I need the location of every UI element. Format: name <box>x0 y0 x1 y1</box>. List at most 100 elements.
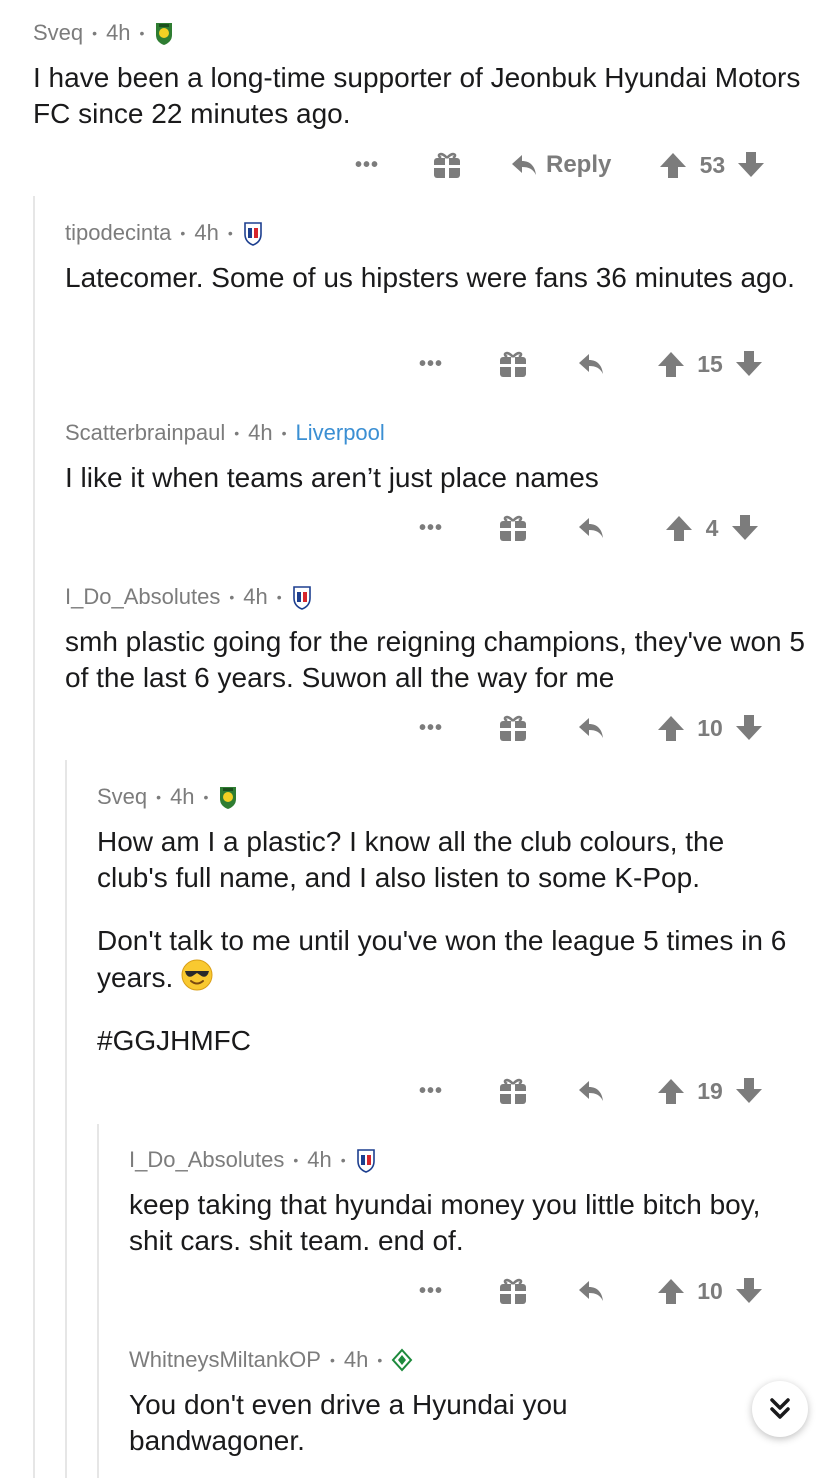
downvote-icon[interactable] <box>735 714 763 742</box>
reply-arrow-icon[interactable] <box>577 350 605 378</box>
comment-body: keep taking that hyundai money you littl… <box>129 1187 809 1259</box>
jeonbuk-crest-icon <box>220 787 237 809</box>
jeonbuk-crest-icon <box>156 23 173 45</box>
comment-age: 4h <box>243 584 268 609</box>
suwon-crest-icon <box>243 222 262 246</box>
comment-body: You don't even drive a Hyundai you bandw… <box>129 1387 739 1459</box>
comment-age: 4h <box>194 220 219 245</box>
sunglasses-emoji-icon <box>181 959 213 991</box>
comment-age: 4h <box>343 1347 369 1372</box>
downvote-icon[interactable] <box>731 514 759 542</box>
comment-meta: I_Do_Absolutes • 4h • <box>65 582 810 612</box>
comment-actions: ••• 10 <box>416 1271 763 1311</box>
award-gift-icon[interactable] <box>431 149 463 181</box>
comment-actions: ••• 10 <box>416 708 763 748</box>
comment-age: 4h <box>170 784 195 809</box>
meta-separator: • <box>329 1352 335 1368</box>
upvote-icon[interactable] <box>657 350 685 378</box>
more-options-button[interactable]: ••• <box>416 718 446 738</box>
award-gift-icon[interactable] <box>497 512 529 544</box>
more-options-button[interactable]: ••• <box>416 518 446 538</box>
author-name[interactable]: tipodecinta <box>65 220 171 246</box>
award-gift-icon[interactable] <box>497 1075 529 1107</box>
author-name[interactable]: WhitneysMiltankOP <box>129 1347 321 1373</box>
meta-separator: • <box>139 25 145 41</box>
vote-score: 10 <box>697 1277 723 1304</box>
suwon-crest-icon <box>292 586 311 610</box>
comment: WhitneysMiltankOP • 4h • You don't even … <box>129 1345 739 1459</box>
downvote-icon[interactable] <box>737 151 765 179</box>
reply-arrow-icon[interactable] <box>577 714 605 742</box>
downvote-icon[interactable] <box>735 350 763 378</box>
comment-age: 4h <box>248 420 273 445</box>
thread-line-level-2[interactable] <box>65 760 67 1478</box>
author-name[interactable]: I_Do_Absolutes <box>65 584 220 610</box>
reply-arrow-icon[interactable] <box>577 514 605 542</box>
meta-separator: • <box>156 789 162 805</box>
comment: Scatterbrainpaul • 4h • Liverpool I like… <box>65 418 805 496</box>
meta-separator: • <box>180 225 186 241</box>
comment-text: smh plastic going for the reigning champ… <box>65 626 805 693</box>
comment-body: smh plastic going for the reigning champ… <box>65 624 810 696</box>
meta-separator: • <box>293 1152 299 1168</box>
reply-arrow-icon[interactable] <box>577 1077 605 1105</box>
meta-separator: • <box>227 225 233 241</box>
more-options-button[interactable]: ••• <box>416 1281 446 1301</box>
comment: Sveq • 4h • How am I a plastic? I know a… <box>97 782 797 1059</box>
reply-button[interactable]: Reply <box>510 151 611 179</box>
comment-meta: Sveq • 4h • <box>33 18 803 48</box>
comment-actions: ••• 15 <box>416 344 763 384</box>
vote-score: 4 <box>705 514 719 541</box>
comment-text: #GGJHMFC <box>97 1025 251 1056</box>
reply-label: Reply <box>546 151 612 178</box>
award-gift-icon[interactable] <box>497 1275 529 1307</box>
meta-separator: • <box>377 1352 383 1368</box>
comment-body: Latecomer. Some of us hipsters were fans… <box>65 260 805 296</box>
comment-meta: tipodecinta • 4h • <box>65 218 805 248</box>
award-gift-icon[interactable] <box>497 348 529 380</box>
suwon-crest-icon <box>356 1149 375 1173</box>
meta-separator: • <box>340 1152 346 1168</box>
comment-meta: Scatterbrainpaul • 4h • Liverpool <box>65 418 805 448</box>
reply-arrow-icon <box>512 155 536 175</box>
downvote-icon[interactable] <box>735 1277 763 1305</box>
more-options-button[interactable]: ••• <box>416 1081 446 1101</box>
downvote-icon[interactable] <box>735 1077 763 1105</box>
upvote-icon[interactable] <box>657 714 685 742</box>
meta-separator: • <box>276 589 282 605</box>
more-options-button[interactable]: ••• <box>416 354 446 374</box>
more-options-button[interactable]: ••• <box>352 155 382 175</box>
upvote-icon[interactable] <box>657 1277 685 1305</box>
thread-line-level-3[interactable] <box>97 1124 99 1478</box>
meta-separator: • <box>281 425 287 441</box>
award-gift-icon[interactable] <box>497 712 529 744</box>
comment-age: 4h <box>106 20 131 45</box>
author-name[interactable]: I_Do_Absolutes <box>129 1147 284 1173</box>
author-name[interactable]: Sveq <box>33 20 83 46</box>
comment-body: I have been a long-time supporter of Jeo… <box>33 60 803 132</box>
comment-meta: I_Do_Absolutes • 4h • <box>129 1145 809 1175</box>
comment-body: How am I a plastic? I know all the club … <box>97 824 797 1059</box>
meta-separator: • <box>234 425 240 441</box>
vote-score: 19 <box>697 1077 723 1104</box>
comment-age: 4h <box>307 1147 332 1172</box>
reply-arrow-icon[interactable] <box>577 1277 605 1305</box>
comment-text: I have been a long-time supporter of Jeo… <box>33 62 801 129</box>
author-name[interactable]: Scatterbrainpaul <box>65 420 225 446</box>
vote-score: 53 <box>699 151 726 178</box>
vote-score: 15 <box>697 350 723 377</box>
comment: tipodecinta • 4h • Latecomer. Some of us… <box>65 218 805 296</box>
upvote-icon[interactable] <box>659 151 687 179</box>
comment-meta: Sveq • 4h • <box>97 782 797 812</box>
scroll-next-button[interactable] <box>752 1381 808 1437</box>
author-name[interactable]: Sveq <box>97 784 147 810</box>
thread-line-level-1[interactable] <box>33 196 35 1478</box>
user-flair-text: Liverpool <box>295 420 385 445</box>
comment: Sveq • 4h • I have been a long-time supp… <box>33 18 803 132</box>
upvote-icon[interactable] <box>665 514 693 542</box>
comment-actions: ••• 4 <box>416 508 759 548</box>
comment: I_Do_Absolutes • 4h • keep taking that h… <box>129 1145 809 1259</box>
comment-actions: ••• 19 <box>416 1071 763 1111</box>
upvote-icon[interactable] <box>657 1077 685 1105</box>
werder-diamond-icon <box>391 1348 413 1372</box>
